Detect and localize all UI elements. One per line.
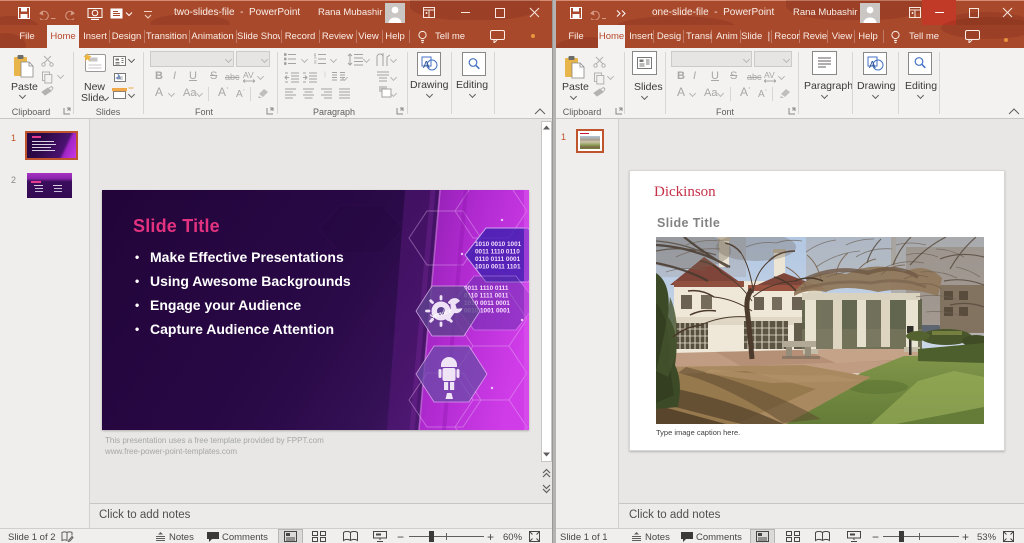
svg-text:0110 0111 0001: 0110 0111 0001 <box>475 256 521 263</box>
svg-text:0011 1110 0111: 0011 1110 0111 <box>464 285 509 292</box>
svg-text:0011 1110 0110: 0011 1110 0110 <box>475 249 520 256</box>
svg-text:A: A <box>423 60 430 71</box>
svg-text:1010 0010 1001: 1010 0010 1001 <box>475 241 522 248</box>
svg-text:1010 0011 1101: 1010 0011 1101 <box>475 264 521 271</box>
svg-text:A: A <box>869 60 876 71</box>
